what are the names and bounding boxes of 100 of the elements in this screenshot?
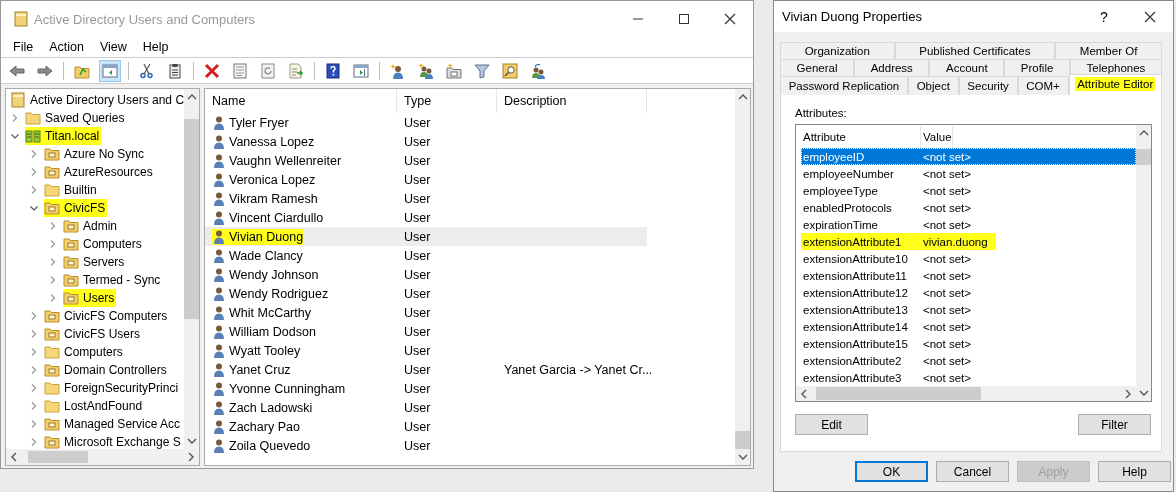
tab[interactable]: Object <box>908 76 959 95</box>
list-row[interactable]: Vincent Ciardullo User <box>205 208 647 227</box>
dialog-button[interactable]: OK <box>855 461 928 482</box>
tree-item[interactable]: Saved Queries <box>25 109 127 127</box>
dialog-button[interactable]: Cancel <box>936 461 1009 482</box>
attribute-row[interactable]: employeeType <not set> <box>801 182 1136 199</box>
attribute-row[interactable]: extensionAttribute1 vivian.duong <box>801 233 996 250</box>
attribute-row[interactable]: extensionAttribute2 <not set> <box>801 352 1136 369</box>
properties-sheet-icon[interactable] <box>230 60 250 81</box>
tab[interactable]: Password Replication <box>780 76 908 95</box>
refresh-icon[interactable] <box>258 60 278 81</box>
tree-item[interactable]: Domain Controllers <box>44 361 169 379</box>
expand-chevron-icon[interactable] <box>29 383 39 393</box>
tree-item[interactable]: Computers <box>63 235 144 253</box>
scroll-down-icon[interactable] <box>1138 389 1149 397</box>
list-row[interactable]: Zach Ladowski User <box>205 398 647 417</box>
list-row[interactable]: Vivian Duong User <box>205 227 647 246</box>
scroll-left-icon[interactable] <box>10 452 18 462</box>
tree-item[interactable]: Builtin <box>44 181 99 199</box>
tab[interactable]: Profile <box>1004 59 1070 76</box>
attribute-row[interactable]: extensionAttribute12 <not set> <box>801 284 1136 301</box>
tab[interactable]: Attribute Editor <box>1068 74 1162 95</box>
attribute-row[interactable]: extensionAttribute11 <not set> <box>801 267 1136 284</box>
tree-item[interactable]: Users <box>63 289 117 307</box>
column-header[interactable]: Description <box>497 89 647 113</box>
vertical-scrollbar[interactable] <box>184 89 199 449</box>
attribute-row[interactable]: employeeID <not set> <box>801 148 1136 165</box>
expand-chevron-icon[interactable] <box>29 185 39 195</box>
console-tree-icon[interactable] <box>100 60 120 81</box>
panel-button[interactable]: Edit <box>795 414 868 435</box>
expand-chevron-icon[interactable] <box>48 239 58 249</box>
tree-item[interactable]: LostAndFound <box>44 397 145 415</box>
scroll-left-icon[interactable] <box>800 388 808 399</box>
scroll-thumb[interactable] <box>735 431 750 449</box>
expand-chevron-icon[interactable] <box>48 293 58 303</box>
tab[interactable]: Organization <box>780 42 895 59</box>
scroll-thumb[interactable] <box>816 387 981 400</box>
list-row[interactable]: Zoila Quevedo User <box>205 436 647 455</box>
attribute-row[interactable]: extensionAttribute14 <not set> <box>801 318 1136 335</box>
tree-item[interactable]: Managed Service Acc <box>44 415 183 433</box>
tree-item[interactable]: CivicFS Users <box>44 325 142 343</box>
list-row[interactable]: William Dodson User <box>205 322 647 341</box>
expand-chevron-icon[interactable] <box>48 257 58 267</box>
tab[interactable]: General <box>780 59 855 76</box>
attribute-row[interactable]: extensionAttribute13 <not set> <box>801 301 1136 318</box>
attribute-row[interactable]: extensionAttribute15 <not set> <box>801 335 1136 352</box>
tab[interactable]: Security <box>958 76 1018 95</box>
scroll-right-icon[interactable] <box>1124 388 1132 399</box>
scroll-thumb[interactable] <box>28 451 88 463</box>
tree-item[interactable]: CivicFS <box>44 199 108 217</box>
list-row[interactable]: Vikram Ramesh User <box>205 189 647 208</box>
tree-item[interactable]: Active Directory Users and C <box>10 91 184 109</box>
collapse-chevron-icon[interactable] <box>10 131 20 141</box>
expand-chevron-icon[interactable] <box>29 401 39 411</box>
scroll-up-icon[interactable] <box>1138 129 1149 137</box>
tree-item[interactable]: AzureResources <box>44 163 155 181</box>
tree-item[interactable]: Azure No Sync <box>44 145 147 163</box>
dialog-button[interactable]: Help <box>1098 461 1171 482</box>
tree-item[interactable]: Computers <box>44 343 125 361</box>
horizontal-scrollbar[interactable] <box>796 386 1136 401</box>
list-row[interactable]: Veronica Lopez User <box>205 170 647 189</box>
list-row[interactable]: Vanessa Lopez User <box>205 132 647 151</box>
horizontal-scrollbar[interactable] <box>6 449 199 465</box>
collapse-chevron-icon[interactable] <box>29 203 39 213</box>
panel-button[interactable]: Filter <box>1078 414 1151 435</box>
column-header[interactable]: Type <box>397 89 497 113</box>
tab[interactable]: Published Certificates <box>894 42 1056 59</box>
tab[interactable]: COM+ <box>1017 76 1069 95</box>
help-button[interactable]: ? <box>1081 8 1127 25</box>
expand-chevron-icon[interactable] <box>29 419 39 429</box>
expand-chevron-icon[interactable] <box>29 365 39 375</box>
expand-chevron-icon[interactable] <box>48 221 58 231</box>
tree-item[interactable]: CivicFS Computers <box>44 307 170 325</box>
scroll-down-icon[interactable] <box>737 453 748 461</box>
scroll-thumb[interactable] <box>1136 149 1151 165</box>
tree-item[interactable]: ForeignSecurityPrinci <box>44 379 181 397</box>
menu-item[interactable]: Help <box>134 40 177 54</box>
vertical-scrollbar[interactable] <box>735 89 750 465</box>
expand-chevron-icon[interactable] <box>29 149 39 159</box>
vertical-scrollbar[interactable] <box>1136 125 1151 401</box>
tab[interactable]: Address <box>854 59 930 76</box>
menu-item[interactable]: File <box>5 40 42 54</box>
list-row[interactable]: Wendy Johnson User <box>205 265 647 284</box>
attribute-row[interactable]: extensionAttribute10 <not set> <box>801 250 1136 267</box>
column-header[interactable]: Name <box>205 89 397 113</box>
list-row[interactable]: Wendy Rodriguez User <box>205 284 647 303</box>
tab[interactable]: Account <box>929 59 1005 76</box>
expand-chevron-icon[interactable] <box>29 347 39 357</box>
attribute-row[interactable]: extensionAttribute3 <not set> <box>801 369 1136 386</box>
expand-chevron-icon[interactable] <box>29 167 39 177</box>
find-icon[interactable] <box>500 60 520 81</box>
export-list-icon[interactable] <box>286 60 306 81</box>
tree-item[interactable]: Admin <box>63 217 119 235</box>
list-row[interactable]: Wyatt Tooley User <box>205 341 647 360</box>
help-icon[interactable] <box>323 60 343 81</box>
tree-item[interactable]: Microsoft Exchange S <box>44 433 183 449</box>
list-row[interactable]: Vaughn Wellenreiter User <box>205 151 647 170</box>
scroll-right-icon[interactable] <box>187 452 195 462</box>
tree-item[interactable]: Servers <box>63 253 127 271</box>
list-row[interactable]: Yvonne Cunningham User <box>205 379 647 398</box>
